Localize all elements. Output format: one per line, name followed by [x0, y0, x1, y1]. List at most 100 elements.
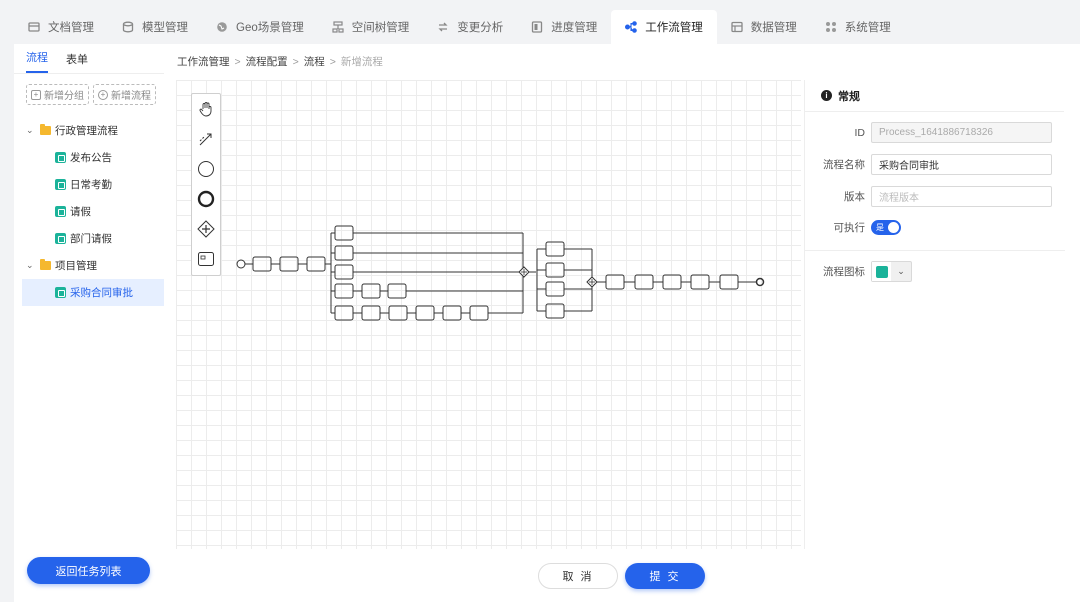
flow-icon	[55, 287, 66, 298]
data-icon	[731, 21, 743, 33]
icon-label: 流程图标	[823, 266, 865, 278]
sidebar-actions: + 新增分组 + 新增流程	[14, 74, 164, 105]
nav-tab-data[interactable]: 数据管理	[717, 10, 811, 44]
process-icon-select[interactable]: ⌄	[871, 261, 912, 282]
flow-icon	[55, 179, 66, 190]
globe-icon	[216, 21, 228, 33]
add-group-button[interactable]: + 新增分组	[26, 84, 89, 105]
version-field[interactable]: 流程版本	[871, 186, 1052, 207]
flow-tree: ⌄ 行政管理流程 发布公告 日常考勤 请假 部门请假 ⌄ 项目管理 采购合同审批	[14, 117, 164, 306]
flow-icon	[55, 233, 66, 244]
process-name-field[interactable]: 采购合同审批	[871, 154, 1052, 175]
chevron-down-icon: ⌄	[26, 260, 34, 270]
nav-tab-label: 进度管理	[551, 22, 598, 34]
tree-item-label: 发布公告	[70, 152, 112, 164]
tree-icon	[332, 21, 344, 33]
folder-icon	[40, 259, 51, 270]
nav-tab-system[interactable]: 系统管理	[811, 10, 905, 44]
main-panel: 工作流管理 > 流程配置 > 流程 > 新增流程 i 常规 ID Process…	[164, 44, 1080, 602]
version-row: 版本 流程版本	[805, 186, 1065, 207]
properties-header[interactable]: i 常规	[805, 80, 1064, 112]
flow-icon	[55, 206, 66, 217]
task-icon[interactable]	[192, 244, 220, 274]
tree-group-label: 行政管理流程	[55, 125, 118, 137]
toggle-knob	[888, 222, 899, 233]
hand-tool-icon[interactable]	[192, 94, 220, 124]
tree-item-purchase-contract[interactable]: 采购合同审批	[22, 279, 164, 306]
id-field: Process_1641886718326	[871, 122, 1052, 143]
add-flow-label: 新增流程	[111, 91, 151, 102]
nav-tab-label: 系统管理	[844, 22, 891, 34]
tree-group-admin[interactable]: ⌄ 行政管理流程	[14, 117, 164, 144]
database-icon	[122, 21, 134, 33]
breadcrumb-current: 新增流程	[340, 56, 383, 68]
add-group-icon: +	[31, 89, 41, 100]
tree-item-label: 请假	[70, 206, 91, 218]
document-icon	[28, 21, 40, 33]
name-label: 流程名称	[823, 159, 865, 171]
tab-flow[interactable]: 流程	[26, 49, 48, 73]
process-icon-swatch	[872, 262, 891, 281]
nav-tab-label: 数据管理	[750, 22, 797, 34]
chevron-down-icon: ⌄	[897, 266, 905, 276]
nav-tab-document[interactable]: 文档管理	[14, 10, 108, 44]
breadcrumb-separator: >	[292, 56, 299, 68]
tree-group-project[interactable]: ⌄ 项目管理	[14, 252, 164, 279]
executable-row: 可执行 是	[805, 220, 1065, 235]
tree-item-dept-leave[interactable]: 部门请假	[14, 225, 164, 252]
executable-label: 可执行	[833, 222, 866, 234]
chevron-down-icon: ⌄	[26, 125, 34, 135]
breadcrumb-item[interactable]: 工作流管理	[177, 56, 230, 68]
nav-tab-label: 文档管理	[48, 22, 94, 34]
id-row: ID Process_1641886718326	[805, 122, 1065, 143]
sidebar: 流程 表单 + 新增分组 + 新增流程 ⌄ 行政管理流程 发布公告 日常考勤 请…	[14, 44, 164, 602]
icon-row: 流程图标 ⌄	[805, 261, 1065, 282]
bpmn-canvas[interactable]	[176, 80, 801, 549]
nav-tab-change[interactable]: 变更分析	[423, 10, 517, 44]
process-diagram	[236, 225, 765, 321]
tree-item-attendance[interactable]: 日常考勤	[14, 171, 164, 198]
gateway-icon[interactable]	[192, 214, 220, 244]
nav-tab-progress[interactable]: 进度管理	[517, 10, 611, 44]
back-to-task-list-button[interactable]: 返回任务列表	[27, 557, 150, 584]
change-icon	[437, 21, 449, 33]
properties-title: 常规	[838, 90, 860, 103]
tab-form[interactable]: 表单	[66, 51, 88, 73]
add-group-label: 新增分组	[44, 91, 84, 102]
id-label: ID	[854, 126, 866, 139]
settings-icon	[825, 21, 837, 33]
cancel-button[interactable]: 取 消	[538, 563, 618, 589]
progress-icon	[531, 21, 543, 33]
tree-item-label: 日常考勤	[70, 179, 112, 191]
connect-tool-icon[interactable]	[192, 124, 220, 154]
end-event-icon[interactable]	[192, 184, 220, 214]
bpmn-toolbar	[191, 93, 221, 276]
nav-tab-space-tree[interactable]: 空间树管理	[318, 10, 424, 44]
folder-icon	[40, 124, 51, 135]
tree-item-label: 采购合同审批	[70, 287, 133, 299]
version-label: 版本	[844, 191, 865, 203]
nav-tab-label: 模型管理	[142, 22, 188, 34]
breadcrumb-item[interactable]: 流程配置	[246, 56, 288, 68]
add-flow-icon: +	[98, 89, 108, 100]
nav-tab-label: 空间树管理	[351, 22, 410, 34]
add-flow-button[interactable]: + 新增流程	[93, 84, 156, 105]
breadcrumb-item[interactable]: 流程	[304, 56, 325, 68]
executable-toggle[interactable]: 是	[871, 220, 901, 235]
flow-icon	[55, 152, 66, 163]
sidebar-tabs: 流程 表单	[14, 44, 164, 74]
tree-item-leave[interactable]: 请假	[14, 198, 164, 225]
name-row: 流程名称 采购合同审批	[805, 154, 1065, 175]
nav-tab-model[interactable]: 模型管理	[108, 10, 202, 44]
submit-button[interactable]: 提 交	[625, 563, 705, 589]
nav-tab-label: 工作流管理	[645, 22, 703, 34]
nav-tab-workflow[interactable]: 工作流管理	[611, 10, 717, 44]
nav-tab-geo[interactable]: Geo场景管理	[202, 10, 318, 44]
workflow-icon	[625, 21, 638, 33]
tree-item-announcement[interactable]: 发布公告	[14, 144, 164, 171]
breadcrumb-separator: >	[329, 56, 336, 68]
top-nav: 文档管理 模型管理 Geo场景管理 空间树管理 变更分析 进度管理 工作流管理 …	[0, 10, 1080, 44]
properties-panel: i 常规 ID Process_1641886718326 流程名称 采购合同审…	[804, 80, 1065, 549]
start-event-icon[interactable]	[192, 154, 220, 184]
toggle-label: 是	[876, 223, 884, 232]
